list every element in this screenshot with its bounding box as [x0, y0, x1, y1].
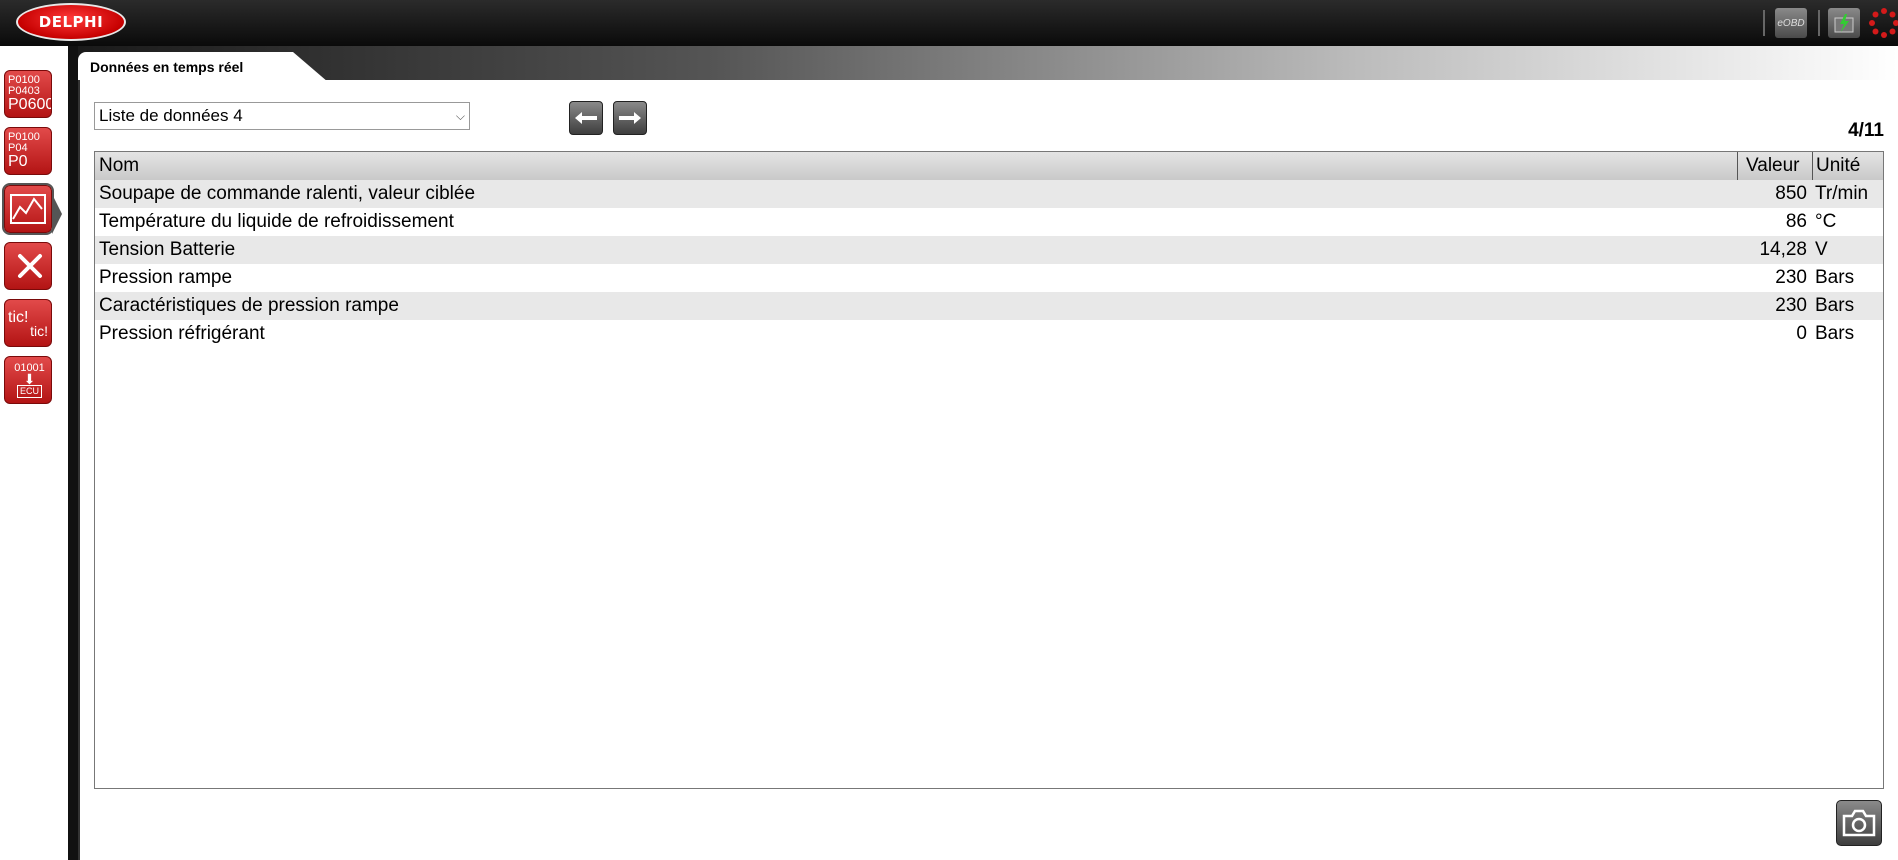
column-divider[interactable] — [1737, 152, 1738, 180]
cell-value: 86 — [1785, 211, 1807, 232]
sidebar-edge — [68, 46, 78, 860]
cell-unit: °C — [1815, 211, 1837, 232]
download-arrow-icon: ⬇ — [23, 370, 36, 387]
prev-list-button[interactable] — [569, 101, 603, 135]
cell-value: 230 — [1775, 267, 1807, 288]
cell-value: 0 — [1796, 323, 1807, 344]
cell-unit: Bars — [1815, 323, 1855, 344]
tools-glyph — [17, 254, 42, 278]
tic-line: tic! — [30, 322, 48, 339]
cell-parameter-name: Caractéristiques de pression rampe — [99, 295, 399, 316]
ecu-label: ECU — [16, 384, 42, 398]
data-list-select[interactable]: Liste de données 4 ⌵ — [94, 102, 470, 130]
table-row[interactable]: Pression rampe 230 Bars — [95, 264, 1883, 292]
column-header-name[interactable]: Nom — [99, 152, 139, 180]
cell-unit: Tr/min — [1815, 183, 1869, 204]
cell-value: 14,28 — [1759, 239, 1807, 260]
active-item-pointer — [52, 194, 62, 234]
cell-value: 850 — [1775, 183, 1807, 204]
live-data-icon[interactable] — [2, 183, 54, 235]
screenshot-button[interactable] — [1836, 800, 1882, 846]
table-row[interactable]: Tension Batterie 14,28 V — [95, 236, 1883, 264]
fault-code-line: P0 — [8, 153, 28, 170]
clear-fault-codes-icon[interactable]: P0100 P04 P0 — [4, 127, 52, 175]
cell-parameter-name: Tension Batterie — [99, 239, 236, 260]
fault-code-line: P0600 — [8, 96, 52, 113]
next-list-button[interactable] — [613, 101, 647, 135]
arrow-left-icon — [575, 112, 597, 124]
cell-unit: Bars — [1815, 295, 1855, 316]
actuator-test-icon[interactable] — [4, 242, 52, 290]
cell-unit: V — [1815, 239, 1828, 260]
cell-parameter-name: Soupape de commande ralenti, valeur cibl… — [99, 183, 476, 204]
page-counter: 4/11 — [1848, 120, 1884, 141]
busy-spinner-icon — [1869, 8, 1898, 38]
tic-line: tic! — [8, 308, 29, 326]
tab-live-data-label: Données en temps réel — [90, 59, 244, 75]
cell-unit: Bars — [1815, 267, 1855, 288]
tic-tic-icon[interactable]: tic! tic! — [4, 299, 52, 347]
arrow-right-icon — [619, 112, 641, 124]
data-list-select-value: Liste de données 4 — [99, 106, 243, 125]
column-header-value[interactable]: Valeur — [1746, 152, 1800, 180]
cell-value: 230 — [1775, 295, 1807, 316]
ecu-download-icon[interactable]: 01001 ⬇ ECU — [4, 356, 52, 404]
column-divider[interactable] — [1812, 152, 1813, 180]
chevron-down-icon: ⌵ — [455, 109, 465, 123]
table-row[interactable]: Pression réfrigérant 0 Bars — [95, 320, 1883, 348]
table-header: Nom Valeur Unité — [95, 152, 1883, 181]
battery-charge-glyph — [1834, 14, 1854, 33]
cell-parameter-name: Pression réfrigérant — [99, 323, 265, 344]
live-data-glyph — [10, 194, 46, 224]
camera-icon — [1842, 809, 1876, 837]
eobd-icon[interactable]: eOBD — [1775, 8, 1807, 38]
top-separator — [1763, 10, 1765, 36]
delphi-logo: DELPHI — [16, 3, 126, 41]
cell-parameter-name: Température du liquide de refroidissemen… — [99, 211, 454, 232]
cell-parameter-name: Pression rampe — [99, 267, 233, 288]
table-row[interactable]: Soupape de commande ralenti, valeur cibl… — [95, 180, 1883, 208]
table-row[interactable]: Température du liquide de refroidissemen… — [95, 208, 1883, 236]
top-separator — [1818, 10, 1820, 36]
tab-strip — [78, 46, 1898, 80]
top-bar: DELPHI eOBD — [0, 0, 1898, 46]
live-data-table: Nom Valeur Unité Soupape de commande ral… — [94, 151, 1884, 789]
column-header-unit[interactable]: Unité — [1816, 152, 1860, 180]
battery-charge-icon[interactable] — [1828, 8, 1860, 38]
fault-codes-icon[interactable]: P0100 P0403 P0600 — [4, 70, 52, 118]
table-row[interactable]: Caractéristiques de pression rampe 230 Bar… — [95, 292, 1883, 320]
